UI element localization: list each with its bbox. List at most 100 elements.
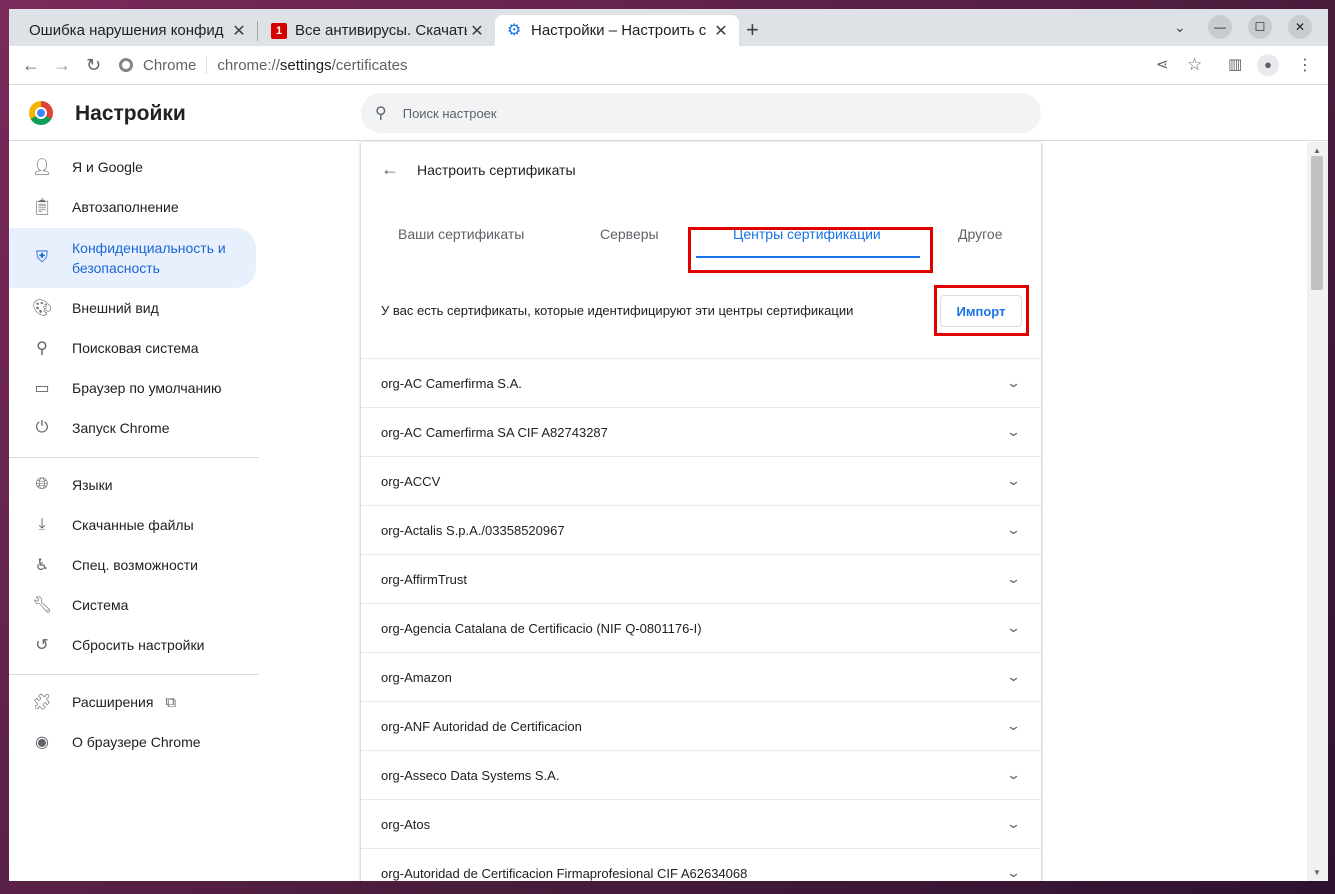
chevron-down-icon[interactable]: ⌄ <box>1006 816 1021 832</box>
list-item[interactable]: org-Amazon ⌄ <box>361 652 1041 701</box>
certificate-org-name: org-AC Camerfirma SA CIF A82743287 <box>381 424 608 440</box>
certificate-org-name: org-ACCV <box>381 473 441 489</box>
menu-kebab-icon[interactable]: ⋮ <box>1297 55 1313 75</box>
sidebar-item-autofill[interactable]: 📋︎ Автозаполнение <box>9 187 256 227</box>
close-window-button[interactable]: ✕ <box>1288 15 1312 39</box>
browser-toolbar: ← → ↻ Chrome chrome://settings/certifica… <box>9 46 1328 85</box>
page-scrollbar[interactable]: ▲ ▼ <box>1307 142 1328 881</box>
list-item[interactable]: org-Atos ⌄ <box>361 799 1041 848</box>
sidebar-item-label: Система <box>72 597 129 613</box>
browser-tab-2[interactable]: 1 Все антивирусы. Скачать ✕ <box>259 15 495 46</box>
sidebar-item-languages[interactable]: 🌐︎ Языки <box>9 465 256 505</box>
sidebar-item-label: Автозаполнение <box>72 199 179 215</box>
sidebar-item-reset[interactable]: ↺ Сбросить настройки <box>9 625 256 665</box>
download-icon: ⤓ <box>38 516 46 533</box>
browser-tab-3-active[interactable]: ⚙ Настройки – Настроить с ✕ <box>495 15 739 46</box>
reload-icon[interactable]: ↻ <box>86 55 101 76</box>
minimize-button[interactable]: — <box>1208 15 1232 39</box>
list-item[interactable]: org-Agencia Catalana de Certificacio (NI… <box>361 603 1041 652</box>
sidebar-item-appearance[interactable]: 🎨︎ Внешний вид <box>9 288 256 328</box>
url-scheme: chrome:// <box>217 56 280 74</box>
chevron-down-icon[interactable]: ⌄ <box>1006 473 1021 489</box>
list-item[interactable]: org-Actalis S.p.A./03358520967 ⌄ <box>361 505 1041 554</box>
sidebar-item-extensions[interactable]: 🧩︎ Расширения ⧉ <box>9 682 256 722</box>
profile-avatar-icon[interactable]: ● <box>1257 54 1279 76</box>
clipboard-icon: 📋︎ <box>32 199 53 216</box>
sidebar-item-label: Сбросить настройки <box>72 637 205 653</box>
maximize-button[interactable]: ☐ <box>1248 15 1272 39</box>
chevron-down-icon[interactable]: ⌄ <box>1006 424 1021 440</box>
chevron-down-icon[interactable]: ⌄ <box>1006 620 1021 636</box>
antivirus-site-icon: 1 <box>271 22 287 39</box>
chevron-down-icon[interactable]: ⌄ <box>1006 767 1021 783</box>
sidebar-item-privacy-security[interactable]: ⛨ Конфиденциальность и безопасность <box>9 228 256 288</box>
sidebar-item-you-and-google[interactable]: 👤︎ Я и Google <box>9 147 256 187</box>
list-item[interactable]: org-AffirmTrust ⌄ <box>361 554 1041 603</box>
list-item[interactable]: org-ACCV ⌄ <box>361 456 1041 505</box>
settings-search-input[interactable]: ⚲ Поиск настроек <box>361 93 1041 133</box>
search-icon: ⚲ <box>375 105 387 122</box>
open-in-new-icon: ⧉ <box>165 693 177 711</box>
side-panel-icon[interactable]: ▥ <box>1228 55 1242 73</box>
scroll-down-arrow-icon[interactable]: ▼ <box>1313 868 1321 877</box>
highlight-box-import-button <box>934 285 1029 336</box>
back-arrow-icon[interactable]: ← <box>381 159 399 180</box>
tab-title: Все антивирусы. Скачать <box>295 22 467 39</box>
chevron-down-icon[interactable]: ⌄ <box>1006 718 1021 734</box>
sidebar-item-default-browser[interactable]: ▭ Браузер по умолчанию <box>9 368 256 408</box>
sidebar-item-label: Расширения <box>72 694 154 710</box>
tab-others[interactable]: Другое <box>958 226 1002 242</box>
certificate-org-name: org-ANF Autoridad de Certificacion <box>381 718 582 734</box>
certificate-org-name: org-Asseco Data Systems S.A. <box>381 767 560 783</box>
site-info-chip[interactable]: Chrome <box>119 56 208 74</box>
chevron-down-icon[interactable]: ⌄ <box>1006 669 1021 685</box>
power-icon: ⏻ <box>35 419 49 436</box>
sidebar-item-label: Спец. возможности <box>72 557 198 573</box>
tab-search-chevron-icon[interactable]: ⌄ <box>1174 19 1186 36</box>
back-icon[interactable]: ← <box>22 55 40 76</box>
sidebar-item-system[interactable]: 🔧︎ Система <box>9 585 256 625</box>
sidebar-divider <box>9 674 259 675</box>
certificate-authority-list: org-AC Camerfirma S.A. ⌄ org-AC Camerfir… <box>361 358 1041 881</box>
chevron-down-icon[interactable]: ⌄ <box>1006 375 1021 391</box>
close-icon[interactable]: ✕ <box>467 21 487 41</box>
tab-servers[interactable]: Серверы <box>600 226 659 242</box>
list-item[interactable]: org-AC Camerfirma S.A. ⌄ <box>361 358 1041 407</box>
list-item[interactable]: org-ANF Autoridad de Certificacion ⌄ <box>361 701 1041 750</box>
chevron-down-icon[interactable]: ⌄ <box>1006 522 1021 538</box>
forward-icon[interactable]: → <box>53 55 71 76</box>
share-icon[interactable]: ⋖ <box>1156 55 1169 73</box>
url-path: /certificates <box>331 56 408 74</box>
close-icon[interactable]: ✕ <box>229 21 249 41</box>
list-item[interactable]: org-Autoridad de Certificacion Firmaprof… <box>361 848 1041 881</box>
scroll-up-arrow-icon[interactable]: ▲ <box>1313 146 1321 155</box>
url-host: settings <box>279 56 332 74</box>
settings-gear-icon: ⚙ <box>507 21 522 39</box>
accessibility-icon: ♿︎ <box>34 557 50 574</box>
subpage-title: Настроить сертификаты <box>417 162 576 178</box>
address-bar[interactable]: Chrome chrome://settings/certificates <box>119 49 1194 81</box>
sidebar-item-search-engine[interactable]: ⚲ Поисковая система <box>9 328 256 368</box>
chevron-down-icon[interactable]: ⌄ <box>1006 571 1021 587</box>
close-icon[interactable]: ✕ <box>711 21 731 41</box>
tab-your-certificates[interactable]: Ваши сертификаты <box>398 226 524 242</box>
scrollbar-thumb[interactable] <box>1311 156 1323 290</box>
sidebar-item-accessibility[interactable]: ♿︎ Спец. возможности <box>9 545 256 585</box>
tab-separator <box>257 21 258 41</box>
list-item[interactable]: org-AC Camerfirma SA CIF A82743287 ⌄ <box>361 407 1041 456</box>
browser-tab-1[interactable]: Ошибка нарушения конфид ✕ <box>17 15 257 46</box>
sidebar-divider <box>9 457 259 458</box>
globe-icon: 🌐︎ <box>35 476 49 493</box>
chevron-down-icon[interactable]: ⌄ <box>1006 865 1021 881</box>
sidebar-item-label: Внешний вид <box>72 300 159 316</box>
person-icon: 👤︎ <box>32 159 53 176</box>
sidebar-item-label: Браузер по умолчанию <box>72 380 222 396</box>
sidebar-item-about-chrome[interactable]: ◉ О браузере Chrome <box>9 722 256 762</box>
sidebar-item-on-startup[interactable]: ⏻ Запуск Chrome <box>9 408 256 448</box>
bookmark-star-icon[interactable]: ☆ <box>1187 55 1202 75</box>
new-tab-button[interactable]: + <box>746 17 759 43</box>
sidebar-item-label: Поисковая система <box>72 340 199 356</box>
certificate-org-name: org-Agencia Catalana de Certificacio (NI… <box>381 620 702 636</box>
sidebar-item-downloads[interactable]: ⤓ Скачанные файлы <box>9 505 256 545</box>
list-item[interactable]: org-Asseco Data Systems S.A. ⌄ <box>361 750 1041 799</box>
